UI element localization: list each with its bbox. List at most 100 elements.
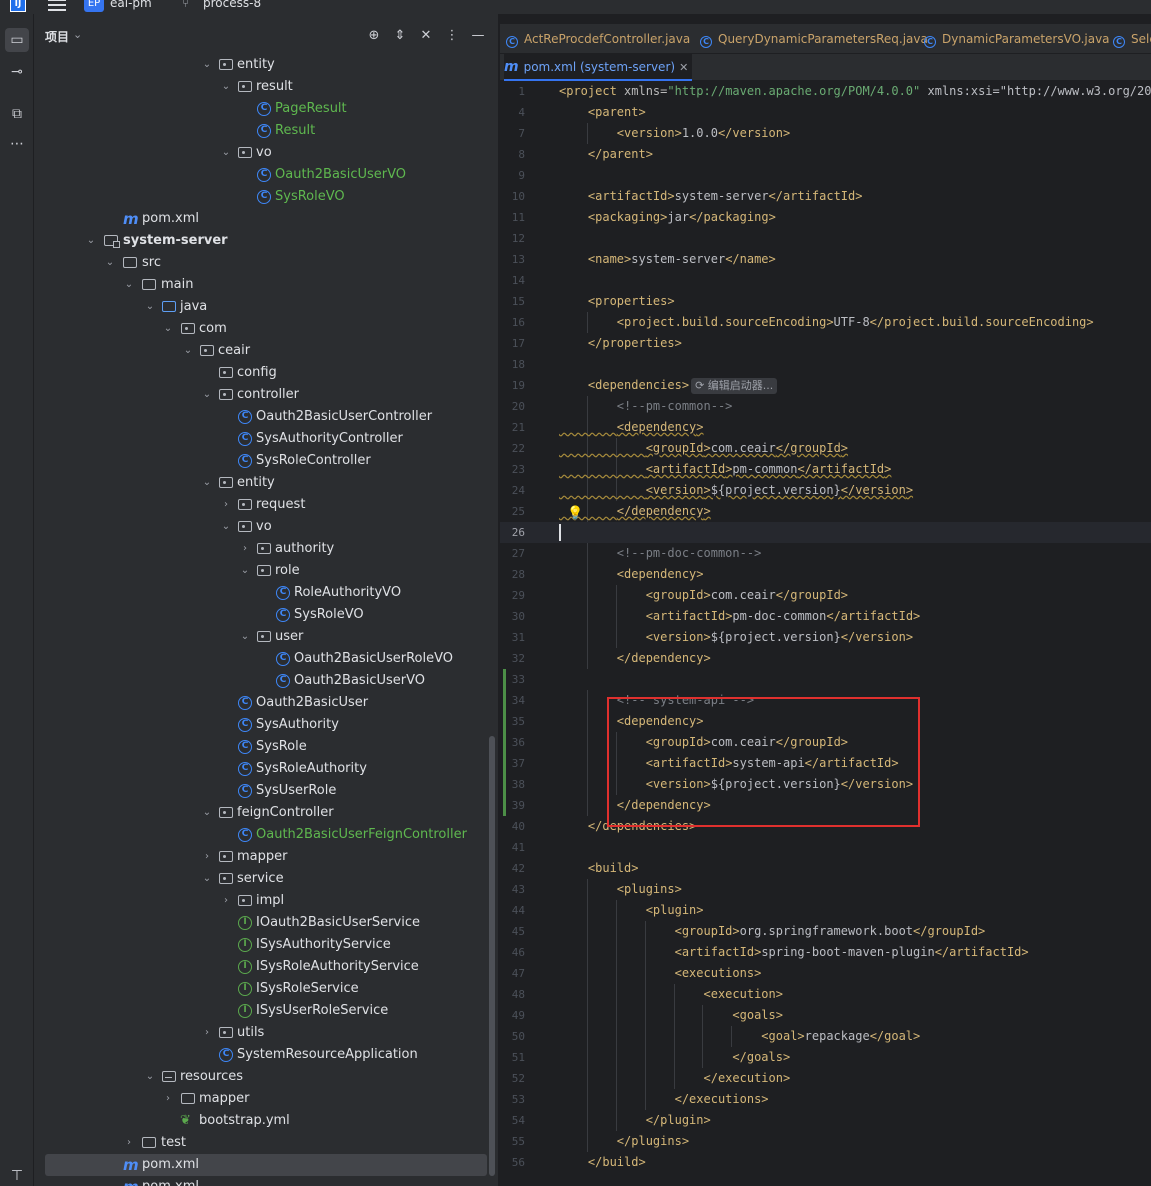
code-line[interactable]: 51 </goals> [500,1047,1151,1068]
code-line[interactable]: 28 <dependency> [500,564,1151,585]
code-line[interactable]: 56 </build> [500,1152,1151,1173]
code-line[interactable]: 46 <artifactId>spring-boot-maven-plugin<… [500,942,1151,963]
code-line[interactable]: 32 </dependency> [500,648,1151,669]
tree-item[interactable]: › utils [34,1022,488,1044]
chevron-down-icon[interactable]: ⌄ [201,802,213,824]
project-badge[interactable]: EP [84,0,104,12]
tree-item[interactable]: ⌄ system-server [34,230,488,252]
tree-item[interactable]: ⌄ vo [34,142,488,164]
options-icon[interactable]: ⋮ [442,26,462,46]
panel-title[interactable]: 项目 [45,28,69,45]
tree-item[interactable]: C SysAuthority [34,714,488,736]
code-line[interactable]: 37 <artifactId>system-api</artifactId> [500,753,1151,774]
code-line[interactable]: 12 [500,228,1151,249]
tree-item[interactable]: C SysRoleAuthority [34,758,488,780]
tree-item[interactable]: C PageResult [34,98,488,120]
tree-item[interactable]: ❦ bootstrap.yml [34,1110,488,1132]
code-line[interactable]: 1 <project xmlns="http://maven.apache.org… [500,81,1151,102]
code-line[interactable]: 15 <properties> [500,291,1151,312]
tree-item[interactable]: ⌄ ceair [34,340,488,362]
tree-item[interactable]: ⌄ feignController [34,802,488,824]
tree-item[interactable]: I ISysUserRoleService [34,1000,488,1022]
code-line[interactable]: 20 <!--pm-common--> [500,396,1151,417]
tree-item[interactable]: I ISysAuthorityService [34,934,488,956]
tree-item[interactable]: ⌄ resources [34,1066,488,1088]
inlay-hint-button[interactable]: ⟳ 编辑启动器... [691,378,778,394]
code-line[interactable]: 42 <build> [500,858,1151,879]
tree-item[interactable]: C SysRoleController [34,450,488,472]
chevron-down-icon[interactable]: ⌄ [144,1066,156,1088]
code-line[interactable]: 45 <groupId>org.springframework.boot</gr… [500,921,1151,942]
tree-item[interactable]: mpom.xml [34,1176,488,1186]
code-line[interactable]: 30 <artifactId>pm-doc-common</artifactId… [500,606,1151,627]
tree-item[interactable]: mpom.xml [34,208,488,230]
tree-item[interactable]: C SysAuthorityController [34,428,488,450]
chevron-right-icon[interactable]: › [123,1132,135,1154]
chevron-down-icon[interactable]: ⌄ [201,868,213,890]
commit-tool-icon[interactable]: ⊸ [5,60,29,84]
tab-actreprocdefcontroller[interactable]: C ActReProcdefController.java [506,24,690,54]
collapse-all-icon[interactable]: ✕ [416,26,436,46]
chevron-right-icon[interactable]: › [201,846,213,868]
tree-item[interactable]: ⌄ user [34,626,488,648]
chevron-down-icon[interactable]: ⌄ [201,54,213,76]
code-line[interactable]: 41 [500,837,1151,858]
tree-item[interactable]: config [34,362,488,384]
tree-item[interactable]: ⌄ service [34,868,488,890]
chevron-down-icon[interactable]: ⌄ [104,252,116,274]
tree-item[interactable]: I IOauth2BasicUserService [34,912,488,934]
tree-item[interactable]: C SystemResourceApplication [34,1044,488,1066]
code-line[interactable]: 11 <packaging>jar</packaging> [500,207,1151,228]
chevron-down-icon[interactable]: ⌄ [220,76,232,98]
tree-item[interactable]: C SysRoleVO [34,604,488,626]
code-line[interactable]: 22 <groupId>com.ceair</groupId> [500,438,1151,459]
code-line[interactable]: 17 </properties> [500,333,1151,354]
code-line[interactable]: 47 <executions> [500,963,1151,984]
code-line[interactable]: 55 </plugins> [500,1131,1151,1152]
code-line[interactable]: 23 <artifactId>pm-common</artifactId> [500,459,1151,480]
code-line[interactable]: 53 </executions> [500,1089,1151,1110]
chevron-down-icon[interactable]: ⌄ [123,274,135,296]
project-switcher[interactable]: eal-pm [110,0,152,10]
tree-item[interactable]: ⌄ main [34,274,488,296]
code-line[interactable]: 8 </parent> [500,144,1151,165]
chevron-down-icon[interactable]: ⌄ [162,318,174,340]
tree-item[interactable]: › impl [34,890,488,912]
chevron-down-icon[interactable]: ⌄ [73,28,82,41]
tree-item[interactable]: ⌄ src [34,252,488,274]
tree-item[interactable]: › authority [34,538,488,560]
chevron-right-icon[interactable]: › [162,1088,174,1110]
tree-item[interactable]: ⌄ controller [34,384,488,406]
tree-item[interactable]: ⌄ entity [34,472,488,494]
chevron-down-icon[interactable]: ⌄ [182,340,194,362]
tab-dynamicparametersvo[interactable]: C DynamicParametersVO.java [924,24,1110,54]
code-line[interactable]: 25 </dependency> 💡 [500,501,1151,522]
tree-item[interactable]: C SysUserRole [34,780,488,802]
tree-item[interactable]: ⌄ java [34,296,488,318]
locate-target-icon[interactable]: ⊕ [364,26,384,46]
code-line[interactable]: 35 <dependency> [500,711,1151,732]
tree-item[interactable]: I ISysRoleAuthorityService [34,956,488,978]
chevron-down-icon[interactable]: ⌄ [220,142,232,164]
code-line[interactable]: 19 <dependencies> ⟳ 编辑启动器... [500,375,1151,396]
tree-item[interactable]: C SysRoleVO [34,186,488,208]
chevron-down-icon[interactable]: ⌄ [220,516,232,538]
chevron-down-icon[interactable]: ⌄ [144,296,156,318]
code-line[interactable]: 21 <dependency> [500,417,1151,438]
code-line[interactable]: 24 <version>${project.version}</version> [500,480,1151,501]
tree-item[interactable]: › test [34,1132,488,1154]
code-line[interactable]: 4 <parent> [500,102,1151,123]
code-line[interactable]: 52 </execution> [500,1068,1151,1089]
tree-item[interactable]: C Oauth2BasicUserRoleVO [34,648,488,670]
terminal-tool-icon[interactable]: ⊤ [5,1164,29,1186]
code-line[interactable]: 14 [500,270,1151,291]
chevron-right-icon[interactable]: › [239,538,251,560]
tree-item[interactable]: › mapper [34,1088,488,1110]
main-menu-icon[interactable] [48,0,66,11]
chevron-down-icon[interactable]: ⌄ [85,230,97,252]
code-line[interactable]: 31 <version>${project.version}</version> [500,627,1151,648]
tree-item[interactable]: C Result [34,120,488,142]
branch-switcher[interactable]: process-8 [203,0,261,10]
code-line[interactable]: 43 <plugins> [500,879,1151,900]
tab-querydynamicparametersreq[interactable]: C QueryDynamicParametersReq.java [700,24,928,54]
